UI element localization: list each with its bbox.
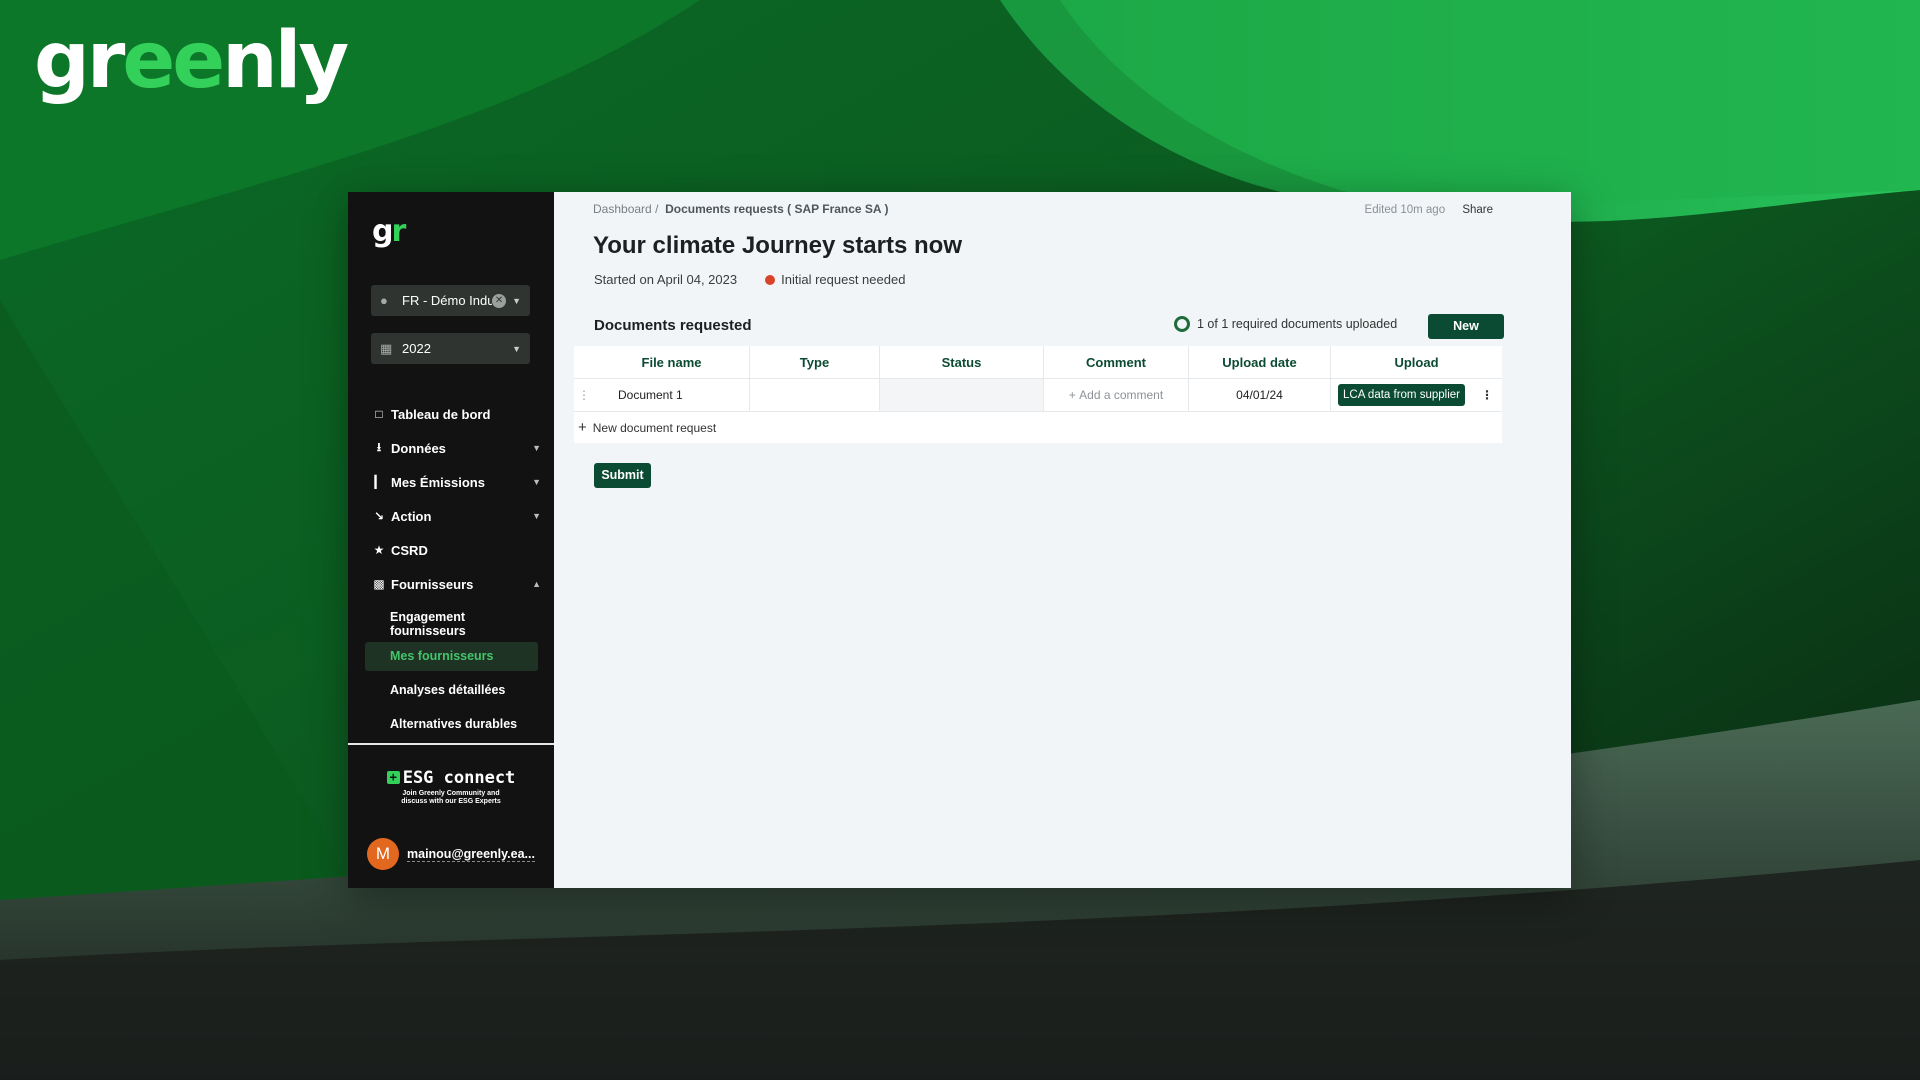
- sidebar-item-action[interactable]: ↘ Action ▼: [371, 504, 541, 528]
- brand-wordmark-start: gr: [34, 16, 125, 106]
- section-title: Documents requested: [594, 317, 752, 334]
- new-button[interactable]: New: [1428, 314, 1504, 339]
- user-profile[interactable]: M mainou@greenly.ea...: [367, 838, 535, 870]
- year-select-value: 2022: [402, 341, 431, 356]
- clear-icon[interactable]: ✕: [492, 293, 507, 308]
- breadcrumb-current: Documents requests ( SAP France SA ): [665, 202, 889, 216]
- new-document-request-label: New document request: [592, 420, 717, 435]
- plus-icon: +: [1068, 388, 1080, 402]
- column-header[interactable]: Upload: [1331, 346, 1502, 378]
- upload-tag[interactable]: LCA data from supplier: [1338, 384, 1465, 406]
- sidebar-logo[interactable]: gr: [372, 214, 406, 249]
- share-button[interactable]: Share: [1462, 204, 1493, 216]
- chevron-down-icon: ▼: [532, 477, 541, 487]
- esg-subtitle-line1: Join Greenly Community and: [402, 790, 500, 797]
- column-header[interactable]: Type: [750, 346, 880, 378]
- progress-text: 1 of 1 required documents uploaded: [1197, 317, 1398, 331]
- breadcrumb-root[interactable]: Dashboard: [593, 202, 652, 216]
- square-icon: □: [375, 407, 383, 421]
- sidebar-item-label: Tableau de bord: [391, 406, 491, 422]
- calendar-icon: ▦: [380, 340, 393, 356]
- user-email: mainou@greenly.ea...: [407, 846, 535, 862]
- sidebar-item-csrd[interactable]: ★ CSRD: [371, 538, 541, 562]
- sidebar: gr ● FR - Démo Indu ✕ ▼ ▦ 2022 ▼ □ Table…: [348, 192, 554, 888]
- chevron-down-icon: ▼: [512, 343, 521, 354]
- avatar: M: [367, 838, 399, 870]
- table-row: ⋮ Document 1 + Add a comment 04/01/24 LC…: [574, 379, 1502, 412]
- breadcrumb: Dashboard / Documents requests ( SAP Fra…: [593, 202, 888, 216]
- file-name-cell[interactable]: Document 1: [594, 379, 750, 411]
- sidebar-item-label: Données: [391, 440, 446, 456]
- status-cell[interactable]: [880, 379, 1044, 411]
- started-date: Started on April 04, 2023: [594, 272, 738, 287]
- upload-cell: LCA data from supplier: [1331, 379, 1472, 411]
- sidebar-item-label: Mes Émissions: [391, 474, 485, 490]
- table-header: File name Type Status Comment Upload dat…: [574, 346, 1502, 379]
- sidebar-logo-accent: r: [391, 214, 406, 249]
- edited-timestamp: Edited 10m ago: [1364, 204, 1446, 216]
- upload-progress: 1 of 1 required documents uploaded: [1174, 316, 1397, 332]
- company-select[interactable]: ● FR - Démo Indu ✕ ▼: [371, 285, 530, 316]
- sidebar-item-donnees[interactable]: ⭳ Données ▼: [371, 436, 541, 460]
- status-dot-icon: [765, 274, 776, 285]
- drag-handle-icon[interactable]: ⋮: [574, 379, 594, 411]
- sidebar-item-tableau-de-bord[interactable]: □ Tableau de bord: [371, 402, 541, 426]
- trend-down-icon: ↘: [373, 509, 385, 523]
- sidebar-subitem-engagement[interactable]: Engagement fournisseurs: [390, 610, 510, 638]
- sidebar-subitem-analyses[interactable]: Analyses détaillées: [365, 683, 538, 697]
- upload-icon: ⭳: [376, 439, 382, 454]
- esg-connect-title: + ESG connect: [348, 768, 554, 788]
- progress-ring-icon: [1174, 316, 1190, 332]
- plus-icon: +: [578, 419, 587, 436]
- sidebar-subitem-mes-fournisseurs[interactable]: Mes fournisseurs: [365, 642, 538, 671]
- page-title: Your climate Journey starts now: [593, 232, 962, 259]
- column-header[interactable]: Status: [880, 346, 1044, 378]
- comment-cell[interactable]: + Add a comment: [1044, 379, 1189, 411]
- esg-connect-banner[interactable]: + ESG connect Join Greenly Community and …: [348, 768, 554, 806]
- page-actions: Edited 10m ago Share: [1365, 204, 1493, 216]
- sidebar-logo-start: g: [372, 214, 394, 249]
- sidebar-subitem-alternatives[interactable]: Alternatives durables: [365, 717, 538, 729]
- bar-chart-icon: ▎: [374, 475, 384, 489]
- journey-meta: Started on April 04, 2023 Initial reques…: [594, 272, 905, 287]
- brand-wordmark-end: nly: [222, 16, 349, 106]
- submit-button[interactable]: Submit: [594, 463, 651, 488]
- add-comment-placeholder: Add a comment: [1079, 388, 1164, 402]
- sidebar-item-label: Action: [391, 508, 432, 524]
- new-document-request-button[interactable]: + New document request: [574, 412, 1502, 443]
- user-icon: ●: [380, 293, 388, 308]
- upload-date-cell: 04/01/24: [1189, 379, 1331, 411]
- greenly-logo: greenly: [34, 22, 349, 100]
- type-cell[interactable]: [750, 379, 880, 411]
- documents-table: File name Type Status Comment Upload dat…: [574, 346, 1502, 443]
- folder-icon: ▩: [373, 577, 385, 591]
- column-header[interactable]: Comment: [1044, 346, 1189, 378]
- status-badge: Initial request needed: [781, 272, 906, 287]
- chevron-up-icon: ▲: [532, 579, 541, 589]
- breadcrumb-separator: /: [655, 202, 659, 216]
- chevron-down-icon: ▼: [512, 295, 521, 306]
- column-header[interactable]: Upload date: [1189, 346, 1331, 378]
- plus-icon: +: [386, 771, 400, 784]
- chevron-down-icon: ▼: [532, 443, 541, 453]
- sidebar-item-label: CSRD: [391, 542, 428, 558]
- esg-subtitle-line2: discuss with our ESG Experts: [401, 798, 501, 805]
- header-gutter: [574, 346, 594, 378]
- esg-title-text: ESG connect: [402, 768, 516, 788]
- brand-wordmark-accent: ee: [122, 16, 225, 106]
- sidebar-item-label: Fournisseurs: [391, 576, 474, 592]
- more-options-icon[interactable]: ⋮: [1472, 379, 1502, 411]
- app-window: gr ● FR - Démo Indu ✕ ▼ ▦ 2022 ▼ □ Table…: [348, 192, 1571, 888]
- year-select[interactable]: ▦ 2022 ▼: [371, 333, 530, 364]
- company-select-value: FR - Démo Indu: [402, 293, 493, 308]
- main-content: Dashboard / Documents requests ( SAP Fra…: [554, 192, 1571, 888]
- star-icon: ★: [373, 543, 385, 557]
- sidebar-item-fournisseurs[interactable]: ▩ Fournisseurs ▲: [371, 572, 541, 596]
- column-header[interactable]: File name: [594, 346, 750, 378]
- sidebar-item-mes-emissions[interactable]: ▎ Mes Émissions ▼: [371, 470, 541, 494]
- sidebar-divider: [348, 743, 554, 745]
- chevron-down-icon: ▼: [532, 511, 541, 521]
